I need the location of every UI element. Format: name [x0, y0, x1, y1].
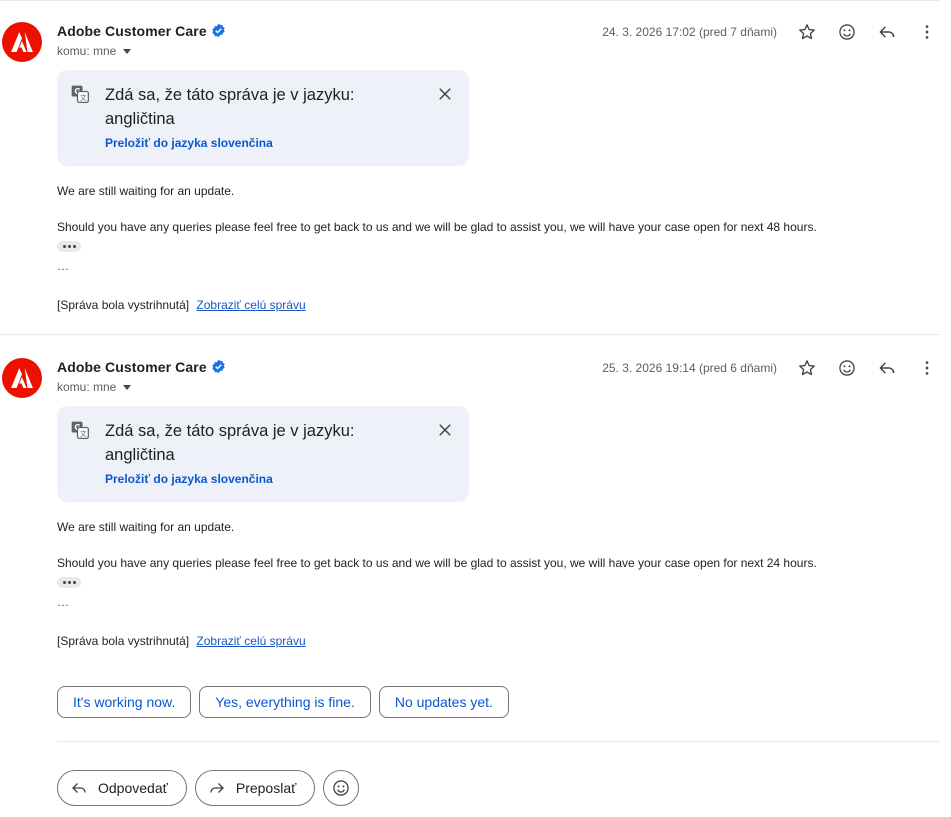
translate-banner: G文 Zdá sa, že táto správa je v jazyku: a…: [57, 406, 469, 502]
translate-icon: G文: [71, 85, 89, 103]
translate-banner: G文 Zdá sa, že táto správa je v jazyku: a…: [57, 70, 469, 166]
close-icon: [439, 424, 451, 436]
translate-prompt: Zdá sa, že táto správa je v jazyku: angl…: [105, 422, 355, 464]
message-body-line: Should you have any queries please feel …: [57, 556, 817, 570]
star-icon: [799, 360, 815, 376]
add-reaction-button[interactable]: [833, 354, 861, 382]
smart-reply-chip[interactable]: No updates yet.: [378, 686, 509, 718]
forward-label: Preposlať: [235, 780, 297, 796]
adobe-logo-icon: [11, 32, 33, 52]
clipped-notice: [Správa bola vystrihnutá] Zobraziť celú …: [57, 634, 306, 648]
ellipsis: …: [57, 259, 69, 273]
reply-button[interactable]: [873, 18, 901, 46]
dot-icon: [67, 245, 71, 248]
message-date: 24. 3. 2026 17:02 (pred 7 dňami): [602, 25, 777, 39]
reply-action-button[interactable]: Odpovedať: [57, 770, 187, 806]
chevron-down-icon: [123, 385, 132, 390]
more-options-button[interactable]: [913, 354, 941, 382]
star-icon: [799, 24, 815, 40]
recipient-toggle[interactable]: komu: mne: [57, 44, 132, 58]
add-reaction-button[interactable]: [833, 18, 861, 46]
reply-icon: [879, 26, 895, 38]
chevron-down-icon: [123, 49, 132, 54]
recipient-label: komu: mne: [57, 380, 117, 394]
emoji-icon: [839, 24, 855, 40]
translate-icon: G文: [71, 421, 89, 439]
dot-icon: [72, 581, 76, 584]
emoji-icon: [839, 360, 855, 376]
svg-text:文: 文: [80, 93, 87, 102]
clipped-text: [Správa bola vystrihnutá]: [57, 634, 190, 648]
smart-reply-chip[interactable]: It's working now.: [57, 686, 192, 718]
message-body-line: We are still waiting for an update.: [57, 520, 235, 534]
ellipsis: …: [57, 595, 69, 609]
reply-button[interactable]: [873, 354, 901, 382]
translate-link[interactable]: Preložiť do jazyka slovenčina: [105, 472, 273, 486]
adobe-logo-icon: [11, 368, 33, 388]
dot-icon: [72, 245, 76, 248]
star-button[interactable]: [793, 354, 821, 382]
close-icon: [439, 88, 451, 100]
message-divider: [0, 334, 940, 335]
view-full-message-link[interactable]: Zobraziť celú správu: [196, 634, 305, 648]
forward-icon: [210, 783, 224, 793]
actions-divider: [57, 741, 940, 742]
email-message: Adobe Customer Care komu: mne 24. 3. 202…: [0, 0, 940, 335]
verified-badge-icon: [212, 23, 225, 38]
reply-icon: [879, 362, 895, 374]
forward-action-button[interactable]: Preposlať: [194, 770, 316, 806]
svg-text:文: 文: [80, 429, 87, 438]
show-trimmed-content-button[interactable]: [57, 577, 81, 588]
dot-icon: [62, 245, 66, 248]
recipient-label: komu: mne: [57, 44, 117, 58]
show-trimmed-content-button[interactable]: [57, 241, 81, 252]
message-date: 25. 3. 2026 19:14 (pred 6 dňami): [602, 361, 777, 375]
message-actions: Odpovedať Preposlať: [57, 770, 360, 806]
message-body-line: Should you have any queries please feel …: [57, 220, 817, 234]
more-vert-icon: [925, 25, 929, 39]
sender-avatar[interactable]: [2, 358, 42, 398]
more-options-button[interactable]: [913, 18, 941, 46]
smart-replies: It's working now. Yes, everything is fin…: [57, 686, 509, 718]
sender-name[interactable]: Adobe Customer Care: [57, 23, 207, 39]
reply-label: Odpovedať: [98, 780, 168, 796]
translate-prompt: Zdá sa, že táto správa je v jazyku: angl…: [105, 86, 355, 128]
close-translate-button[interactable]: [435, 84, 455, 104]
dot-icon: [67, 581, 71, 584]
verified-badge-icon: [212, 359, 225, 374]
close-translate-button[interactable]: [435, 420, 455, 440]
message-body-line: We are still waiting for an update.: [57, 184, 235, 198]
emoji-reaction-button[interactable]: [323, 770, 360, 806]
dot-icon: [62, 581, 66, 584]
more-vert-icon: [925, 361, 929, 375]
clipped-notice: [Správa bola vystrihnutá] Zobraziť celú …: [57, 298, 306, 312]
clipped-text: [Správa bola vystrihnutá]: [57, 298, 190, 312]
recipient-toggle[interactable]: komu: mne: [57, 380, 132, 394]
emoji-icon: [333, 780, 350, 796]
sender-name[interactable]: Adobe Customer Care: [57, 359, 207, 375]
smart-reply-chip[interactable]: Yes, everything is fine.: [199, 686, 371, 718]
star-button[interactable]: [793, 18, 821, 46]
view-full-message-link[interactable]: Zobraziť celú správu: [196, 298, 305, 312]
email-message: Adobe Customer Care komu: mne 25. 3. 202…: [0, 336, 940, 666]
translate-link[interactable]: Preložiť do jazyka slovenčina: [105, 136, 273, 150]
sender-avatar[interactable]: [2, 22, 42, 62]
reply-icon: [72, 783, 86, 793]
